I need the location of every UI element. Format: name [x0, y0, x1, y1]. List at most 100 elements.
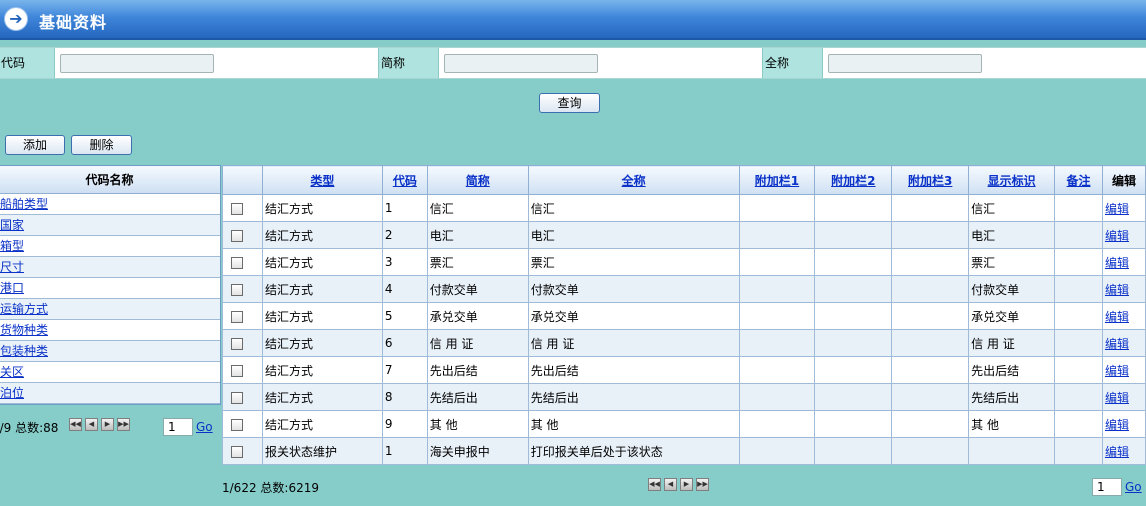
delete-button[interactable]: 删除 [71, 135, 132, 155]
row-checkbox[interactable] [231, 283, 243, 296]
edit-link[interactable]: 编辑 [1105, 391, 1129, 405]
last-page-icon[interactable]: ▶▶ [117, 418, 130, 431]
row-checkbox[interactable] [231, 418, 243, 431]
code-name-item[interactable]: 尺寸 [0, 257, 220, 278]
edit-link[interactable]: 编辑 [1105, 337, 1129, 351]
sort-display-link[interactable]: 显示标识 [988, 174, 1036, 188]
row-checkbox[interactable] [231, 337, 243, 350]
cell-type: 结汇方式 [261, 410, 383, 438]
cell-full: 先结后出 [527, 383, 740, 411]
col-extra2[interactable]: 附加栏2 [814, 165, 893, 195]
cell-edit: 编辑 [1101, 248, 1146, 276]
edit-link[interactable]: 编辑 [1105, 310, 1129, 324]
code-name-item[interactable]: 运输方式 [0, 299, 220, 320]
code-name-item[interactable]: 关区 [0, 362, 220, 383]
code-name-link[interactable]: 包装种类 [0, 344, 48, 358]
row-checkbox[interactable] [231, 202, 243, 215]
grid-page-input[interactable]: 1 [1092, 478, 1122, 496]
cell-extra1 [738, 437, 816, 465]
code-name-link[interactable]: 运输方式 [0, 302, 48, 316]
cell-type: 结汇方式 [261, 248, 383, 276]
next-page-icon[interactable]: ▶ [101, 418, 114, 431]
code-input[interactable] [60, 54, 214, 73]
full-name-input[interactable] [828, 54, 982, 73]
cell-short: 付款交单 [426, 275, 529, 303]
row-checkbox[interactable] [231, 229, 243, 242]
row-select-cell [222, 248, 263, 276]
col-full[interactable]: 全称 [527, 165, 740, 195]
col-extra3[interactable]: 附加栏3 [891, 165, 970, 195]
cell-short: 信 用 证 [426, 329, 529, 357]
title-bar: ➔ 基础资料 [0, 0, 1146, 40]
prev-page-icon[interactable]: ◀ [85, 418, 98, 431]
first-page-icon[interactable]: ◀◀ [648, 478, 661, 491]
cell-extra3 [891, 302, 970, 330]
col-type[interactable]: 类型 [261, 165, 383, 195]
code-name-link[interactable]: 国家 [0, 218, 24, 232]
code-name-link[interactable]: 关区 [0, 365, 24, 379]
edit-link[interactable]: 编辑 [1105, 445, 1129, 459]
code-name-item[interactable]: 船舶类型 [0, 194, 220, 215]
cell-code: 1 [381, 194, 428, 222]
left-page-input[interactable]: 1 [163, 418, 193, 436]
cell-remark [1054, 248, 1103, 276]
cell-code: 3 [381, 248, 428, 276]
short-name-input[interactable] [444, 54, 598, 73]
edit-link[interactable]: 编辑 [1105, 229, 1129, 243]
sort-extra3-link[interactable]: 附加栏3 [908, 174, 952, 188]
row-checkbox[interactable] [231, 256, 243, 269]
edit-link[interactable]: 编辑 [1105, 202, 1129, 216]
cell-remark [1054, 383, 1103, 411]
col-remark[interactable]: 备注 [1054, 165, 1103, 195]
first-page-icon[interactable]: ◀◀ [69, 418, 82, 431]
row-checkbox[interactable] [231, 391, 243, 404]
next-page-icon[interactable]: ▶ [680, 478, 693, 491]
col-code[interactable]: 代码 [381, 165, 428, 195]
row-checkbox[interactable] [231, 445, 243, 458]
code-name-link[interactable]: 船舶类型 [0, 197, 48, 211]
row-checkbox[interactable] [231, 364, 243, 377]
sort-extra1-link[interactable]: 附加栏1 [755, 174, 799, 188]
table-row: 结汇方式 6 信 用 证信 用 证信 用 证编辑 [222, 329, 1146, 357]
cell-extra3 [891, 248, 970, 276]
code-name-link[interactable]: 尺寸 [0, 260, 24, 274]
col-extra1[interactable]: 附加栏1 [738, 165, 816, 195]
col-display[interactable]: 显示标识 [968, 165, 1056, 195]
cell-code: 8 [381, 383, 428, 411]
cell-short: 电汇 [426, 221, 529, 249]
code-name-link[interactable]: 港口 [0, 281, 24, 295]
code-name-item[interactable]: 箱型 [0, 236, 220, 257]
cell-full: 票汇 [527, 248, 740, 276]
sort-code-link[interactable]: 代码 [393, 174, 417, 188]
row-checkbox[interactable] [231, 310, 243, 323]
code-name-item[interactable]: 港口 [0, 278, 220, 299]
code-name-item[interactable]: 泊位 [0, 383, 220, 404]
cell-short: 先出后结 [426, 356, 529, 384]
sort-type-link[interactable]: 类型 [310, 174, 334, 188]
left-go-link[interactable]: Go [196, 420, 213, 434]
sort-full-link[interactable]: 全称 [622, 174, 646, 188]
code-name-link[interactable]: 泊位 [0, 386, 24, 400]
cell-extra2 [814, 410, 893, 438]
table-row: 结汇方式 5 承兑交单 承兑交单 承兑交单 编辑 [222, 302, 1146, 330]
code-name-item[interactable]: 货物种类 [0, 320, 220, 341]
code-name-item[interactable]: 国家 [0, 215, 220, 236]
query-button[interactable]: 查询 [539, 93, 600, 113]
last-page-icon[interactable]: ▶▶ [696, 478, 709, 491]
edit-link[interactable]: 编辑 [1105, 283, 1129, 297]
sort-remark-link[interactable]: 备注 [1067, 174, 1091, 188]
edit-link[interactable]: 编辑 [1105, 256, 1129, 270]
col-short[interactable]: 简称 [426, 165, 529, 195]
code-name-item[interactable]: 包装种类 [0, 341, 220, 362]
code-name-link[interactable]: 箱型 [0, 239, 24, 253]
edit-link[interactable]: 编辑 [1105, 418, 1129, 432]
add-button[interactable]: 添加 [5, 135, 65, 155]
edit-link[interactable]: 编辑 [1105, 364, 1129, 378]
sort-extra2-link[interactable]: 附加栏2 [831, 174, 875, 188]
cell-extra3 [891, 329, 970, 357]
sort-short-link[interactable]: 简称 [466, 174, 490, 188]
grid-go-link[interactable]: Go [1125, 480, 1142, 494]
grid-pager-text: 1/622 总数:6219 [222, 481, 319, 495]
prev-page-icon[interactable]: ◀ [664, 478, 677, 491]
code-name-link[interactable]: 货物种类 [0, 323, 48, 337]
